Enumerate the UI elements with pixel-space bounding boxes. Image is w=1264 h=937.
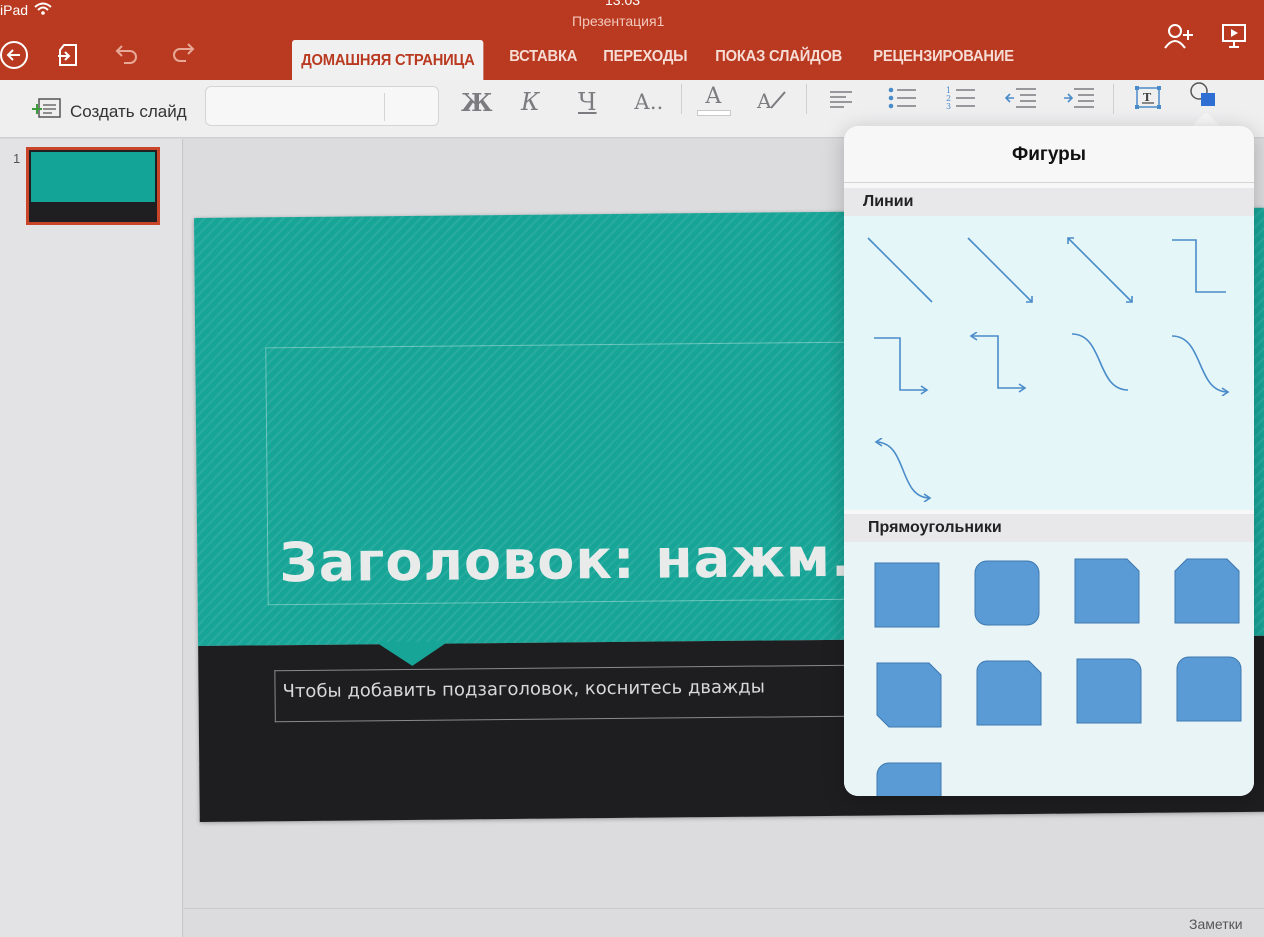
- text-effects-button[interactable]: А..: [634, 90, 663, 114]
- curved-arrow-connector-shape[interactable]: [1170, 332, 1234, 396]
- bullet-list-icon[interactable]: [886, 85, 918, 117]
- underline-button[interactable]: Ч: [578, 88, 597, 116]
- wifi-icon: [34, 2, 52, 19]
- bold-button[interactable]: Ж: [461, 88, 493, 117]
- increase-indent-icon[interactable]: [1062, 86, 1096, 116]
- text-box-icon[interactable]: T: [1133, 84, 1163, 118]
- add-person-icon[interactable]: [1163, 22, 1195, 55]
- elbow-arrow-connector-shape[interactable]: [870, 334, 934, 396]
- svg-text:A: A: [756, 89, 772, 113]
- present-icon[interactable]: [1220, 22, 1248, 55]
- curved-double-arrow-connector-shape[interactable]: [872, 438, 936, 502]
- file-share-icon[interactable]: [55, 41, 83, 74]
- status-time: 13:03: [605, 0, 641, 8]
- font-color-button[interactable]: А: [697, 84, 731, 116]
- tab-transitions[interactable]: ПЕРЕХОДЫ: [594, 48, 697, 80]
- snip-round-corner-rectangle-shape[interactable]: [976, 660, 1042, 726]
- round-diagonal-corner-rectangle-shape[interactable]: [876, 762, 942, 796]
- redo-icon[interactable]: [170, 40, 198, 69]
- align-left-icon[interactable]: [828, 88, 854, 116]
- arrow-line-shape[interactable]: [966, 234, 1036, 306]
- tab-review[interactable]: РЕЦЕНЗИРОВАНИЕ: [864, 48, 1023, 80]
- font-color-swatch: [697, 110, 731, 116]
- elbow-connector-shape[interactable]: [1170, 236, 1230, 296]
- svg-text:3: 3: [946, 102, 951, 111]
- document-title[interactable]: Презентация1: [572, 13, 664, 29]
- new-slide-label: Создать слайд: [70, 101, 187, 121]
- highlight-icon[interactable]: A: [755, 86, 789, 120]
- lines-section: [844, 216, 1254, 510]
- undo-icon[interactable]: [112, 42, 140, 71]
- rectangles-section: [844, 542, 1254, 796]
- slide-thumbnails-pane: 1: [0, 139, 183, 937]
- tab-slideshow[interactable]: ПОКАЗ СЛАЙДОВ: [706, 48, 851, 80]
- slide-callout-notch: [376, 641, 449, 667]
- numbered-list-icon[interactable]: 123: [945, 84, 977, 118]
- italic-button[interactable]: К: [521, 88, 540, 116]
- round-same-side-corner-rectangle-shape[interactable]: [1176, 656, 1242, 722]
- decrease-indent-icon[interactable]: [1004, 86, 1038, 116]
- snip-single-corner-rectangle-shape[interactable]: [1074, 558, 1140, 624]
- curved-connector-shape[interactable]: [1070, 330, 1134, 394]
- notes-button[interactable]: Заметки: [1189, 916, 1243, 932]
- font-selector[interactable]: [205, 86, 439, 126]
- new-slide-button[interactable]: Создать слайд: [30, 97, 187, 126]
- ribbon-tabs: ДОМАШНЯЯ СТРАНИЦА ВСТАВКА ПЕРЕХОДЫ ПОКАЗ…: [292, 36, 1037, 80]
- rounded-rectangle-shape[interactable]: [974, 560, 1040, 626]
- back-icon[interactable]: [0, 40, 30, 75]
- font-color-label: А: [705, 84, 722, 109]
- rectangle-shape[interactable]: [874, 562, 940, 628]
- svg-text:T: T: [1143, 91, 1152, 104]
- shapes-popover: Фигуры Линии Прямоугольники: [844, 126, 1254, 796]
- new-slide-icon: [30, 97, 62, 126]
- double-arrow-line-shape[interactable]: [1066, 234, 1136, 306]
- section-lines-header: Линии: [844, 188, 1254, 216]
- title-bar: iPad 13:03 Презентация1 ДОМАШНЯЯ СТРАНИЦ…: [0, 0, 1264, 80]
- snip-same-side-corner-rectangle-shape[interactable]: [1174, 558, 1240, 624]
- tab-insert[interactable]: ВСТАВКА: [500, 48, 586, 80]
- device-label: iPad: [0, 2, 52, 19]
- line-shape[interactable]: [866, 234, 936, 306]
- popover-title: Фигуры: [1012, 144, 1086, 165]
- round-single-corner-rectangle-shape[interactable]: [1076, 658, 1142, 724]
- section-rectangles-header: Прямоугольники: [844, 514, 1254, 542]
- snip-diagonal-corner-rectangle-shape[interactable]: [876, 662, 942, 728]
- thumbnail-number: 1: [13, 151, 21, 166]
- elbow-double-arrow-connector-shape[interactable]: [968, 332, 1032, 394]
- slide-thumbnail[interactable]: [26, 147, 160, 225]
- slide-title: Заголовок: нажм. д: [279, 525, 918, 595]
- tab-home[interactable]: ДОМАШНЯЯ СТРАНИЦА: [292, 40, 484, 80]
